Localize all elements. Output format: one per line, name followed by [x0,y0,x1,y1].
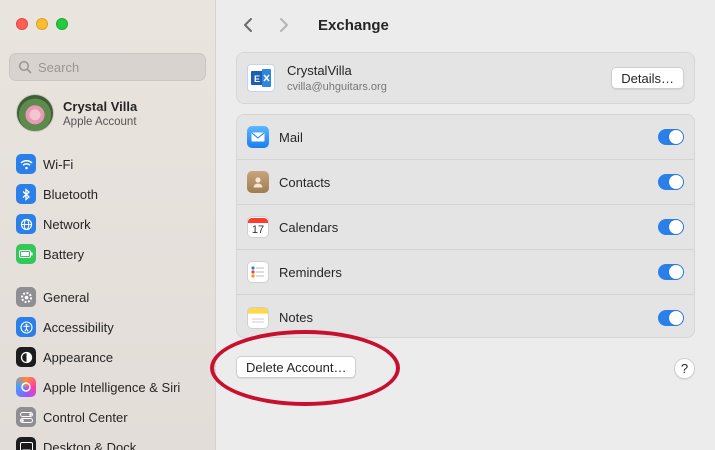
calendar-icon: 17 [247,216,269,238]
service-row-notes: Notes [237,295,694,340]
sidebar-item-label: Network [43,216,91,232]
service-label: Notes [279,310,313,325]
service-label: Contacts [279,174,331,190]
delete-account-button[interactable]: Delete Account… [236,356,357,378]
sidebar-item-wifi[interactable]: Wi-Fi [16,149,98,179]
sidebar: Search Crystal Villa Apple Account Wi-Fi… [0,0,216,450]
contacts-toggle[interactable] [658,174,684,190]
notes-toggle[interactable] [658,309,684,326]
maximize-window-button[interactable] [56,18,68,30]
sidebar-item-label: Wi-Fi [43,156,74,172]
bluetooth-icon [16,184,36,204]
sidebar-group-connectivity: Wi-Fi Bluetooth Network Battery [16,149,98,269]
sidebar-item-label: Control Center [43,409,128,425]
service-row-reminders: Reminders [237,250,694,295]
reminders-icon [247,261,269,283]
sidebar-item-accessibility[interactable]: Accessibility [16,312,180,342]
service-label: Reminders [279,264,342,280]
sidebar-item-label: Accessibility [43,319,114,335]
sidebar-item-general[interactable]: General [16,282,180,312]
sidebar-item-appearance[interactable]: Appearance [16,342,180,372]
settings-window: Search Crystal Villa Apple Account Wi-Fi… [0,0,715,450]
sidebar-item-battery[interactable]: Battery [16,239,98,269]
mail-icon [247,126,269,148]
sidebar-item-network[interactable]: Network [16,209,98,239]
sidebar-item-bluetooth[interactable]: Bluetooth [16,179,98,209]
sidebar-item-label: General [43,289,90,305]
toolbar: Exchange [216,0,715,50]
chevron-right-icon [280,18,288,32]
service-row-calendars: 17 Calendars [237,205,694,250]
sidebar-item-label: Bluetooth [43,186,98,202]
dock-icon [16,437,36,450]
battery-icon [16,244,36,264]
apple-account-item[interactable]: Crystal Villa Apple Account [16,94,137,132]
notes-icon [247,306,269,329]
services-list: Mail Contacts 17 Calendars Reminders Not… [236,114,695,338]
siri-icon [16,377,36,397]
sidebar-item-apple-intelligence[interactable]: Apple Intelligence & Siri [16,372,180,402]
svg-text:E: E [254,74,260,84]
service-label: Calendars [279,219,339,235]
service-row-mail: Mail [237,115,694,160]
account-email: cvilla@uhguitars.org [287,81,387,93]
account-subtitle: Apple Account [63,115,137,128]
sidebar-group-system: General Accessibility Appearance Apple I… [16,282,180,450]
help-button[interactable]: ? [674,358,695,379]
gear-icon [16,287,36,307]
mail-toggle[interactable] [658,129,684,145]
avatar [16,94,54,132]
appearance-icon [16,347,36,367]
main-pane: Exchange E CrystalVilla cvilla@uhguitars… [216,0,715,450]
calendars-toggle[interactable] [658,219,684,235]
account-card: E CrystalVilla cvilla@uhguitars.org Deta… [236,52,695,104]
traffic-lights [16,18,68,30]
account-name: CrystalVilla [287,63,352,78]
page-title: Exchange [318,16,389,34]
sidebar-item-label: Desktop & Dock [43,439,137,450]
sidebar-item-label: Battery [43,246,85,262]
search-placeholder: Search [38,59,80,75]
network-icon [16,214,36,234]
account-name: Crystal Villa [63,98,138,114]
service-row-contacts: Contacts [237,160,694,205]
service-label: Mail [279,129,303,145]
accessibility-icon [16,317,36,337]
minimize-window-button[interactable] [36,18,48,30]
sidebar-item-control-center[interactable]: Control Center [16,402,180,432]
contacts-icon [247,171,269,193]
close-window-button[interactable] [16,18,28,30]
reminders-toggle[interactable] [658,264,684,280]
sidebar-item-desktop-dock[interactable]: Desktop & Dock [16,432,180,450]
wifi-icon [16,154,36,174]
sidebar-item-label: Apple Intelligence & Siri [43,379,181,395]
search-field[interactable]: Search [9,53,206,81]
back-button[interactable] [238,15,258,35]
forward-button[interactable] [274,15,294,35]
sidebar-item-label: Appearance [43,349,114,365]
search-icon [18,60,32,74]
details-button[interactable]: Details… [611,67,684,89]
exchange-icon: E [247,64,275,92]
calendar-day: 17 [251,223,265,236]
chevron-left-icon [244,18,252,32]
control-center-icon [16,407,36,427]
